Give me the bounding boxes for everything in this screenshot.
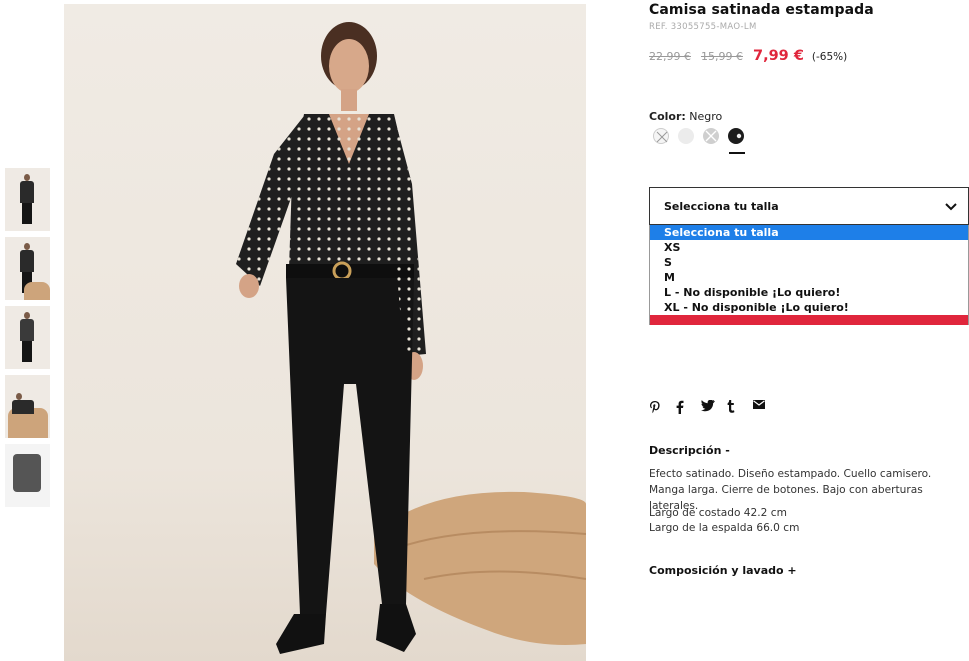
add-to-bag-button-partial[interactable] <box>650 315 968 325</box>
grey-swatch-unavailable[interactable] <box>703 128 719 144</box>
share-icons <box>649 398 779 414</box>
current-price: 7,99 € <box>753 48 804 64</box>
size-option-l[interactable]: L - No disponible ¡Lo quiero! <box>650 285 968 300</box>
pinterest-icon[interactable] <box>649 398 663 414</box>
product-title: Camisa satinada estampada <box>649 2 874 18</box>
light-grey-swatch[interactable] <box>678 128 694 144</box>
white-swatch-unavailable[interactable] <box>653 128 669 144</box>
thumbnail-4[interactable] <box>5 375 50 438</box>
email-icon[interactable] <box>753 398 767 414</box>
black-swatch-selected[interactable] <box>728 128 744 144</box>
thumbnail-1[interactable] <box>5 168 50 231</box>
description-heading[interactable]: Descripción - <box>649 444 730 457</box>
thumbnail-5[interactable] <box>5 444 50 507</box>
color-label-key: Color: <box>649 110 686 123</box>
thumbnail-2[interactable] <box>5 237 50 300</box>
thumbnail-strip <box>5 168 50 513</box>
composition-heading[interactable]: Composición y lavado + <box>649 564 797 577</box>
facebook-icon[interactable] <box>675 398 689 414</box>
size-select-label: Selecciona tu talla <box>664 200 779 213</box>
measurements: Largo de costado 42.2 cm Largo de la esp… <box>649 506 799 536</box>
chevron-down-icon <box>945 203 957 211</box>
size-dropdown-list: Selecciona tu talla XS S M L - No dispon… <box>649 225 969 325</box>
size-option-placeholder[interactable]: Selecciona tu talla <box>650 225 968 240</box>
measurement-back-length: Largo de la espalda 66.0 cm <box>649 522 800 534</box>
original-price: 22,99 € <box>649 50 691 63</box>
thumbnail-3[interactable] <box>5 306 50 369</box>
color-value: Negro <box>689 110 723 123</box>
color-swatches <box>653 128 753 144</box>
color-label: Color: Negro <box>649 110 722 123</box>
product-reference: REF. 33055755-MAO-LM <box>649 22 757 32</box>
previous-price: 15,99 € <box>701 50 743 63</box>
price-row: 22,99 € 15,99 € 7,99 € (-65%) <box>649 48 847 64</box>
twitter-icon[interactable] <box>701 398 715 414</box>
size-option-xl[interactable]: XL - No disponible ¡Lo quiero! <box>650 300 968 315</box>
tumblr-icon[interactable] <box>727 398 741 414</box>
size-select[interactable]: Selecciona tu talla <box>649 187 969 225</box>
selected-swatch-indicator <box>729 152 745 154</box>
discount-badge: (-65%) <box>811 51 848 63</box>
measurement-side-length: Largo de costado 42.2 cm <box>649 507 787 519</box>
size-option-xs[interactable]: XS <box>650 240 968 255</box>
size-option-s[interactable]: S <box>650 255 968 270</box>
size-option-m[interactable]: M <box>650 270 968 285</box>
product-main-image <box>64 4 586 661</box>
